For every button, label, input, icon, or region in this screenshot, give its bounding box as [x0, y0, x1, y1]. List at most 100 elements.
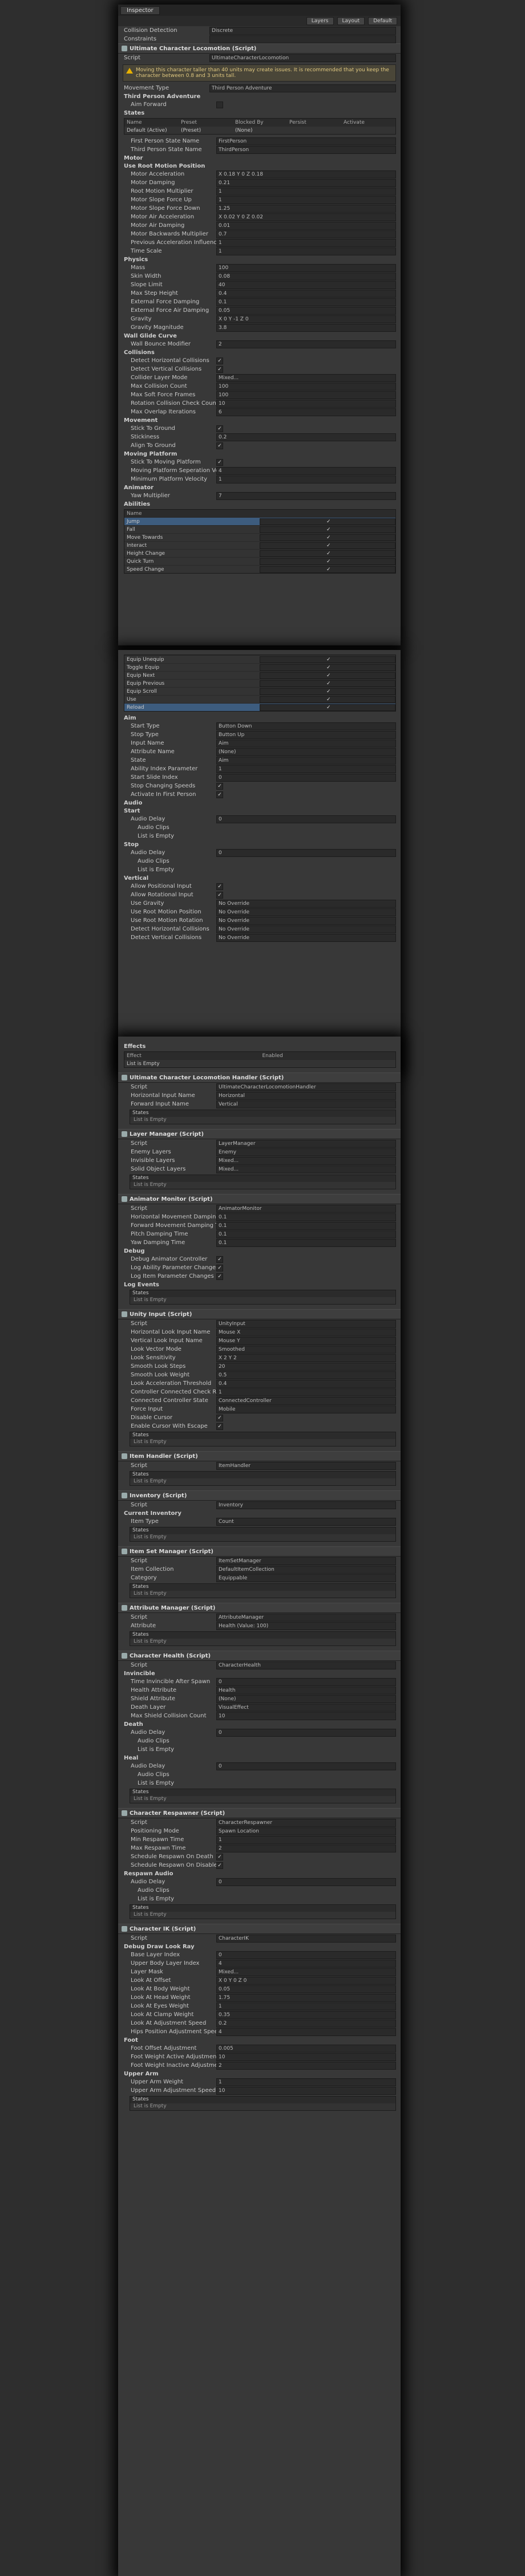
value-field[interactable]: CharacterRespawner	[216, 1818, 396, 1827]
ability-item[interactable]: Equip Previous ✓	[124, 679, 395, 687]
value-field[interactable]: 3.8	[216, 323, 396, 332]
value-field[interactable]: 1	[216, 196, 396, 204]
value-field[interactable]: Mixed...	[216, 1156, 396, 1165]
checkbox[interactable]: ✓	[259, 518, 395, 525]
event-body[interactable]: List is Empty	[130, 1297, 395, 1304]
checkbox[interactable]: ✓	[259, 534, 395, 541]
checkbox[interactable]: ✓	[216, 883, 223, 890]
ability-item[interactable]: Fall ✓	[124, 525, 395, 533]
component-header[interactable]: Animator Monitor (Script)	[118, 1194, 401, 1204]
component-header[interactable]: Character Health (Script)	[118, 1651, 401, 1661]
ability-item[interactable]: Interact ✓	[124, 541, 395, 549]
ability-item[interactable]: Equip Unequip ✓	[124, 655, 395, 663]
value-field[interactable]: Health	[216, 1686, 396, 1695]
section-title[interactable]: Audio	[118, 799, 401, 807]
value-field[interactable]: VisualEffect	[216, 1703, 396, 1712]
value-field[interactable]: Aim	[216, 739, 396, 747]
value-field[interactable]: 20	[216, 1362, 396, 1371]
section-title[interactable]: Animator	[118, 483, 401, 491]
ability-item[interactable]: Use ✓	[124, 695, 395, 703]
component-header[interactable]: Ultimate Character Locomotion Handler (S…	[118, 1072, 401, 1083]
ability-item[interactable]: Speed Change ✓	[124, 565, 395, 573]
checkbox[interactable]: ✓	[216, 357, 223, 364]
section-title[interactable]: List is Empty	[118, 1779, 401, 1787]
value-field[interactable]: X 0 Y 0 Z 0	[216, 1976, 396, 1985]
value-field[interactable]: 10	[216, 2053, 396, 2061]
value-field[interactable]: 1	[216, 1388, 396, 1396]
value-field[interactable]: 0.2	[216, 2019, 396, 2028]
value-field[interactable]: 10	[216, 2086, 396, 2095]
value-field[interactable]: 4	[216, 2028, 396, 2036]
value-field[interactable]: FirstPerson	[216, 137, 396, 145]
ability-item[interactable]: Toggle Equip ✓	[124, 663, 395, 671]
section-title[interactable]: Stop	[118, 840, 401, 848]
value-field[interactable]: 0	[216, 1728, 396, 1737]
value-field[interactable]: (None)	[216, 1695, 396, 1703]
event-body[interactable]: List is Empty	[130, 1639, 395, 1645]
value-field[interactable]: 1	[216, 475, 396, 483]
value-field[interactable]: CharacterHealth	[216, 1661, 396, 1669]
section-title[interactable]: Motor	[118, 154, 401, 162]
checkbox[interactable]	[216, 101, 223, 108]
event-body[interactable]: List is Empty	[130, 1796, 395, 1803]
value-field[interactable]: X 0 Y -1 Z 0	[216, 315, 396, 323]
value-field[interactable]: No Override	[216, 899, 396, 908]
value-field[interactable]: 0.05	[216, 1985, 396, 1993]
value-field[interactable]: 2	[216, 1844, 396, 1852]
value-field[interactable]: ThirdPerson	[216, 145, 396, 154]
event-body[interactable]: List is Empty	[130, 1478, 395, 1485]
value-field[interactable]: 0.21	[216, 178, 396, 187]
script-field[interactable]: UltimateCharacterLocomotion	[209, 54, 396, 62]
section-title[interactable]: List is Empty	[118, 1895, 401, 1903]
value-field[interactable]: Button Down	[216, 722, 396, 730]
checkbox[interactable]: ✓	[259, 526, 395, 533]
list-item[interactable]: List is Empty	[124, 1059, 395, 1067]
checkbox[interactable]: ✓	[216, 425, 223, 432]
value-field[interactable]: 1	[216, 2078, 396, 2086]
value-field[interactable]: 0.1	[216, 1213, 396, 1221]
component-header[interactable]: Layer Manager (Script)	[118, 1129, 401, 1139]
section-title[interactable]: Audio Clips	[118, 1737, 401, 1745]
section-title[interactable]: Death	[118, 1720, 401, 1728]
value-field[interactable]: Mixed...	[216, 1968, 396, 1976]
checkbox[interactable]: ✓	[259, 656, 395, 663]
section-title[interactable]: Abilities	[118, 500, 401, 508]
value-field[interactable]: 6	[216, 408, 396, 416]
checkbox[interactable]: ✓	[259, 704, 395, 711]
states-label[interactable]: States	[118, 109, 401, 117]
checkbox[interactable]: ✓	[259, 672, 395, 679]
checkbox[interactable]: ✓	[216, 791, 223, 798]
ability-item[interactable]: Reload ✓	[124, 703, 395, 711]
value-field[interactable]: Mouse X	[216, 1328, 396, 1336]
value-field[interactable]: Health (Value: 100)	[216, 1622, 396, 1630]
value-field[interactable]: 100	[216, 391, 396, 399]
checkbox[interactable]: ✓	[216, 891, 223, 899]
value-field[interactable]: 0	[216, 1677, 396, 1686]
value-field[interactable]: 0	[216, 1878, 396, 1886]
value-field[interactable]: 0.1	[216, 1238, 396, 1247]
value-field[interactable]: No Override	[216, 933, 396, 942]
value-field[interactable]: 0.05	[216, 306, 396, 315]
checkbox[interactable]: ✓	[216, 1264, 223, 1271]
checkbox[interactable]: ✓	[259, 542, 395, 549]
layout-button[interactable]: Layout	[337, 17, 365, 25]
value-field[interactable]: 1.75	[216, 1993, 396, 2002]
value-field[interactable]: ItemHandler	[216, 1461, 396, 1470]
section-title[interactable]: Debug	[118, 1247, 401, 1255]
tab-inspector[interactable]: Inspector	[120, 6, 160, 15]
checkbox[interactable]: ✓	[216, 1862, 223, 1869]
list-item[interactable]: Default (Active) (Preset) (None)	[124, 126, 395, 134]
value-field[interactable]: 1	[216, 238, 396, 247]
component-header[interactable]: Item Set Manager (Script)	[118, 1546, 401, 1557]
value-field[interactable]: Smoothed	[216, 1345, 396, 1354]
ability-item[interactable]: Move Towards ✓	[124, 533, 395, 541]
value-field[interactable]: Button Up	[216, 730, 396, 739]
value-field[interactable]: Spawn Location	[216, 1827, 396, 1835]
value-field[interactable]: 0	[216, 848, 396, 857]
value-field[interactable]: X 2 Y 2	[216, 1354, 396, 1362]
value-field[interactable]: 0.4	[216, 1379, 396, 1388]
value-field[interactable]: 4	[216, 466, 396, 475]
section-title[interactable]: Wall Glide Curve	[118, 332, 401, 340]
value-field[interactable]: 1	[216, 187, 396, 196]
event-body[interactable]: List is Empty	[130, 1912, 395, 1919]
